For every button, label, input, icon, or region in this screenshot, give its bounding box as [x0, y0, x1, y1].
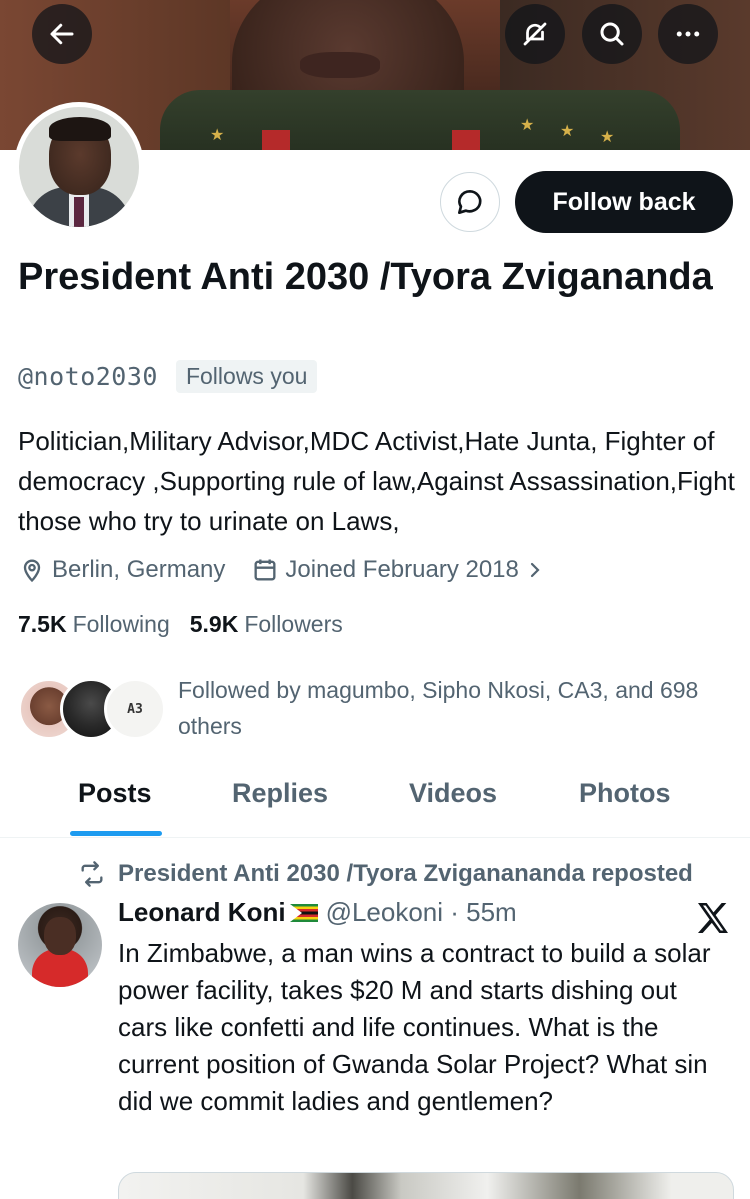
banner-portrait-mouth — [300, 52, 380, 78]
tab-replies[interactable]: Replies — [232, 778, 328, 809]
message-button[interactable] — [440, 172, 500, 232]
follower-avatar: A3 — [104, 678, 166, 740]
followed-by-row[interactable]: A3 Followed by magumbo, Sipho Nkosi, CA3… — [18, 672, 738, 744]
post-header: Leonard Koni @Leokoni · 55m — [118, 897, 517, 928]
profile-bio: Politician,Military Advisor,MDC Activist… — [18, 426, 735, 536]
profile-tabs: Posts Replies Videos Photos — [0, 760, 750, 838]
search-button[interactable] — [582, 4, 642, 64]
post-body: In Zimbabwe, a man wins a contract to bu… — [118, 938, 711, 1116]
location-text: Berlin, Germany — [52, 556, 226, 583]
tab-photos[interactable]: Photos — [579, 778, 671, 809]
arrow-left-icon — [50, 23, 74, 45]
avatar-head — [44, 917, 76, 955]
back-button[interactable] — [32, 4, 92, 64]
post-author-avatar[interactable] — [18, 903, 102, 987]
followers-label: Followers — [244, 611, 343, 637]
tab-videos[interactable]: Videos — [409, 778, 497, 809]
post-media-image[interactable] — [118, 1172, 734, 1199]
uniform-star-icon: ★ — [520, 117, 535, 134]
following-link[interactable]: 7.5K Following — [18, 611, 170, 638]
follow-stats: 7.5K Following 5.9K Followers — [18, 611, 363, 638]
post-handle-time[interactable]: @Leokoni · 55m — [326, 897, 517, 928]
followers-link[interactable]: 5.9K Followers — [190, 611, 343, 638]
tab-posts[interactable]: Posts — [78, 778, 152, 809]
profile-display-name: President Anti 2030 /Tyora Zvigananda — [18, 256, 713, 298]
more-horizontal-icon — [676, 31, 700, 37]
calendar-icon — [254, 559, 276, 581]
profile-handle: @noto2030 — [18, 362, 158, 391]
location-pin-icon — [23, 559, 41, 583]
follows-you-badge: Follows you — [175, 360, 318, 393]
uniform-star-icon: ★ — [210, 127, 225, 144]
following-count: 7.5K — [18, 611, 67, 637]
bell-slash-icon — [523, 22, 547, 46]
follow-back-button[interactable]: Follow back — [515, 171, 733, 233]
more-options-button[interactable] — [658, 4, 718, 64]
chevron-right-icon — [530, 562, 540, 578]
uniform-collar-tab — [262, 130, 290, 150]
zimbabwe-flag-icon — [289, 903, 318, 922]
x-logo-icon — [698, 903, 728, 933]
search-icon — [600, 22, 624, 46]
post-author-name[interactable]: Leonard Koni — [118, 897, 286, 928]
repost-icon — [81, 861, 103, 887]
repost-text: President Anti 2030 /Tyora Zviganananda … — [118, 860, 693, 887]
following-label: Following — [72, 611, 170, 637]
avatar-tie — [74, 197, 84, 227]
avatar-hair — [49, 117, 111, 141]
repost-indicator[interactable]: President Anti 2030 /Tyora Zviganananda … — [78, 860, 693, 888]
uniform-star-icon: ★ — [560, 123, 575, 140]
joined-item[interactable]: Joined February 2018 — [251, 556, 552, 584]
notifications-off-button[interactable] — [505, 4, 565, 64]
location-item: Berlin, Germany — [18, 556, 225, 584]
active-tab-indicator — [70, 831, 162, 836]
uniform-star-icon: ★ — [600, 129, 615, 146]
profile-avatar[interactable] — [14, 102, 144, 232]
avatar-photo — [19, 107, 139, 227]
handle-row: @noto2030 Follows you — [18, 360, 318, 393]
profile-meta: Berlin, Germany Joined February 2018 — [18, 556, 579, 584]
followed-by-text: Followed by magumbo, Sipho Nkosi, CA3, a… — [178, 677, 699, 739]
followers-count: 5.9K — [189, 611, 239, 637]
message-bubble-icon — [458, 190, 482, 214]
uniform-collar-tab — [452, 130, 480, 150]
joined-text: Joined February 2018 — [285, 556, 519, 583]
